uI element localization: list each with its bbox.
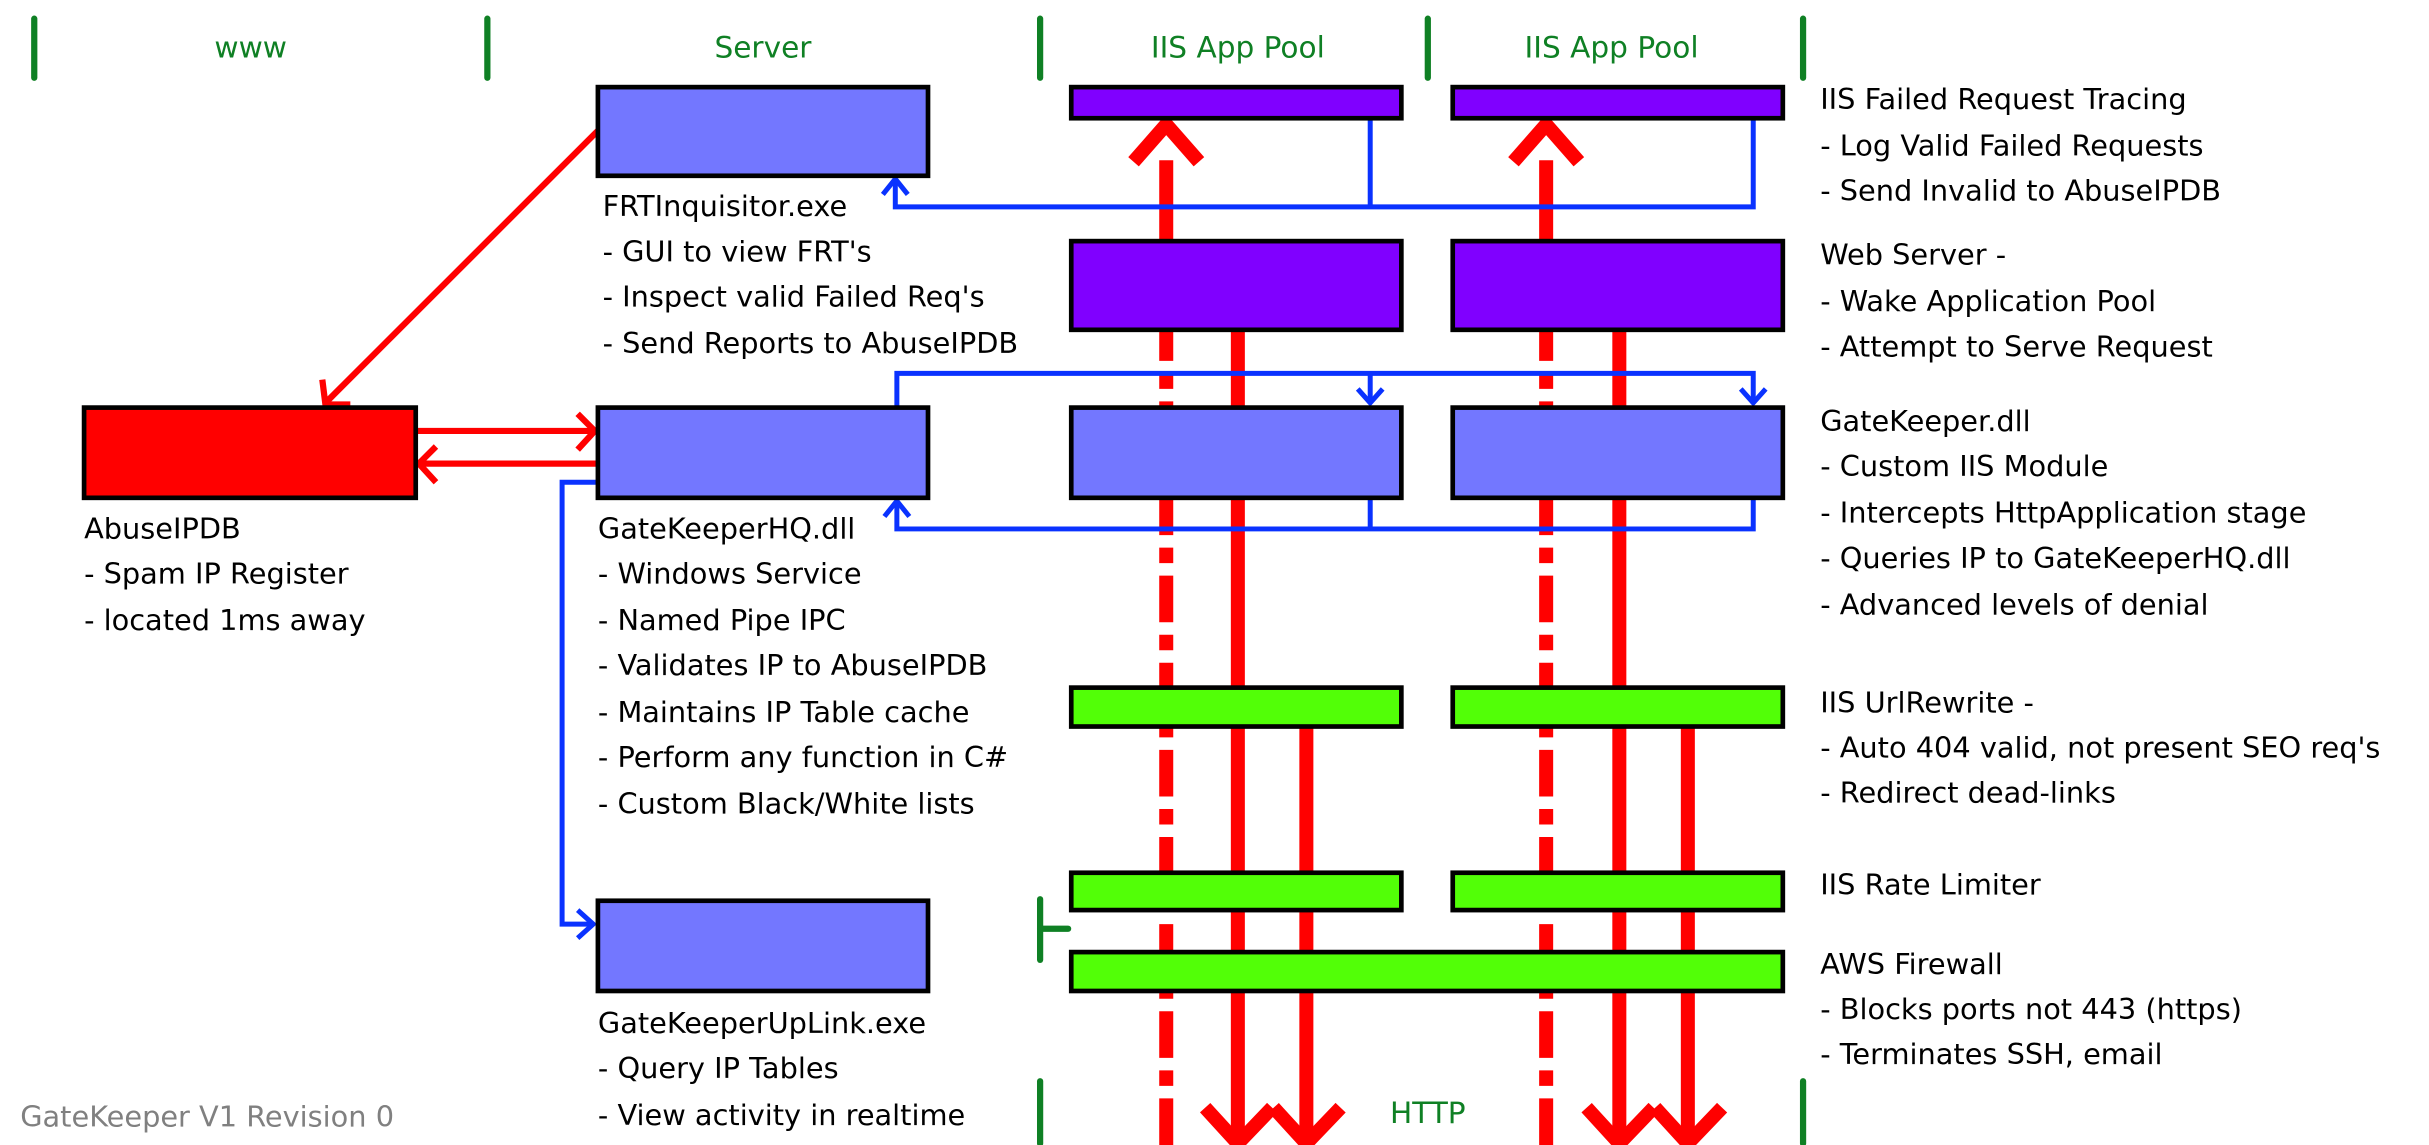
gatekeeper-hq-line: - Windows Service <box>598 556 862 590</box>
layer-aws-firewall: AWS Firewall - Blocks ports not 443 (htt… <box>1820 947 2242 1071</box>
layer-rate-limiter: IIS Rate Limiter <box>1820 868 2041 902</box>
layer-title: IIS Rate Limiter <box>1820 868 2041 902</box>
layer-line: - Wake Application Pool <box>1820 284 2156 318</box>
gatekeeper-dll-box-1[interactable] <box>1068 405 1404 501</box>
frt-inquisitor-line: - Inspect valid Failed Req's <box>603 279 985 313</box>
gatekeeper-hq-line: - Perform any function in C# <box>598 740 1008 774</box>
layer-line: - Advanced levels of denial <box>1820 588 2208 622</box>
failed-request-tracing-bar-2[interactable] <box>1450 84 1786 121</box>
gatekeeper-hq-title: GateKeeperHQ.dll <box>598 511 855 545</box>
layer-line: - Attempt to Serve Request <box>1820 329 2213 363</box>
layer-line: - Auto 404 valid, not present SEO req's <box>1820 731 2380 765</box>
layer-line: - Custom IIS Module <box>1820 449 2108 483</box>
layer-title: GateKeeper.dll <box>1820 404 2030 438</box>
gatekeeper-uplink-line: - Query IP Tables <box>598 1051 839 1085</box>
web-server-box-2[interactable] <box>1450 238 1786 333</box>
column-header-app-pool-1: IIS App Pool <box>1151 31 1325 65</box>
layer-web-server: Web Server - - Wake Application Pool - A… <box>1820 237 2213 363</box>
gatekeeper-uplink-box[interactable] <box>595 898 931 994</box>
link-hq-to-uplink <box>559 479 598 927</box>
layer-line: - Blocks ports not 443 (https) <box>1820 992 2242 1026</box>
arrow-up-frt-2-icon <box>1508 113 1585 167</box>
gatekeeper-hq-caption: GateKeeperHQ.dll - Windows Service - Nam… <box>598 511 1008 820</box>
layer-gatekeeper-dll: GateKeeper.dll - Custom IIS Module - Int… <box>1820 404 2306 622</box>
web-server-box-1[interactable] <box>1068 238 1404 333</box>
rate-limiter-bar-1[interactable] <box>1068 870 1404 913</box>
layer-line: - Redirect dead-links <box>1820 776 2116 810</box>
layer-line: - Log Valid Failed Requests <box>1820 129 2203 163</box>
column-header-server: Server <box>714 31 812 65</box>
abuseipdb-box[interactable] <box>81 405 419 501</box>
link-frt-to-inquisitor <box>892 118 1756 210</box>
layer-line: - Send Invalid to AbuseIPDB <box>1820 174 2221 208</box>
layer-title: IIS UrlRewrite - <box>1820 686 2034 720</box>
abuseipdb-caption: AbuseIPDB - Spam IP Register - located 1… <box>84 511 365 637</box>
abuseipdb-line: - Spam IP Register <box>84 556 349 590</box>
gatekeeper-uplink-line: - View activity in realtime <box>598 1098 965 1132</box>
layer-title: Web Server - <box>1820 237 2006 271</box>
column-header-app-pool-2: IIS App Pool <box>1525 31 1699 65</box>
url-rewrite-bar-2[interactable] <box>1450 685 1786 729</box>
gatekeeper-hq-line: - Custom Black/White lists <box>598 787 975 821</box>
frt-inquisitor-box[interactable] <box>595 84 931 179</box>
layer-title: AWS Firewall <box>1820 947 2003 981</box>
gatekeeper-hq-line: - Named Pipe IPC <box>598 603 846 637</box>
frt-inquisitor-title: FRTInquisitor.exe <box>603 189 848 223</box>
aws-firewall-bar[interactable] <box>1068 949 1786 994</box>
frt-inquisitor-line: - GUI to view FRT's <box>603 234 872 268</box>
layer-url-rewrite: IIS UrlRewrite - - Auto 404 valid, not p… <box>1820 686 2380 810</box>
abuseipdb-title: AbuseIPDB <box>84 511 241 545</box>
frt-inquisitor-caption: FRTInquisitor.exe - GUI to view FRT's - … <box>603 189 1019 360</box>
url-rewrite-bar-1[interactable] <box>1068 685 1404 729</box>
link-inquisitor-to-abuseipdb <box>324 128 601 404</box>
layer-line: - Terminates SSH, email <box>1820 1037 2162 1071</box>
layer-failed-request-tracing: IIS Failed Request Tracing - Log Valid F… <box>1820 82 2221 208</box>
gatekeeper-uplink-caption: GateKeeperUpLink.exe - Query IP Tables -… <box>598 1006 965 1132</box>
gatekeeper-uplink-title: GateKeeperUpLink.exe <box>598 1006 926 1040</box>
gatekeeper-dll-box-2[interactable] <box>1450 405 1786 501</box>
abuseipdb-line: - located 1ms away <box>84 603 365 637</box>
failed-request-tracing-bar-1[interactable] <box>1068 84 1404 121</box>
gatekeeper-hq-box[interactable] <box>595 405 931 501</box>
architecture-diagram: www Server IIS App Pool IIS App Pool HTT… <box>20 15 2380 1145</box>
frt-inquisitor-line: - Send Reports to AbuseIPDB <box>603 326 1019 360</box>
version-footer: GateKeeper V1 Revision 0 <box>20 1099 394 1133</box>
layer-title: IIS Failed Request Tracing <box>1820 82 2186 116</box>
layer-line: - Intercepts HttpApplication stage <box>1820 496 2306 530</box>
gatekeeper-hq-line: - Validates IP to AbuseIPDB <box>598 648 988 682</box>
gatekeeper-hq-line: - Maintains IP Table cache <box>598 695 970 729</box>
column-header-www: www <box>214 31 287 65</box>
rate-limiter-bar-2[interactable] <box>1450 870 1786 913</box>
arrow-up-frt-1-icon <box>1128 113 1205 167</box>
layer-line: - Queries IP to GateKeeperHQ.dll <box>1820 541 2290 575</box>
http-label: HTTP <box>1390 1096 1466 1130</box>
